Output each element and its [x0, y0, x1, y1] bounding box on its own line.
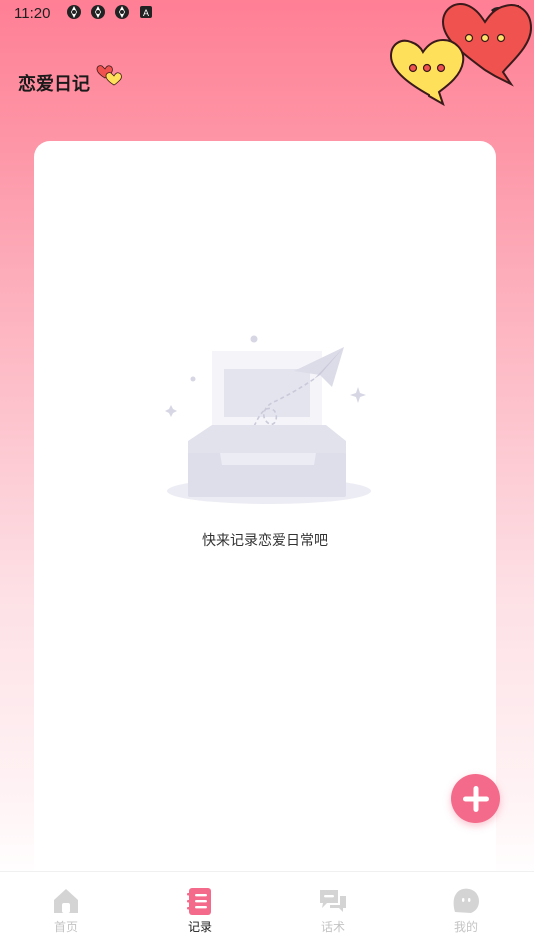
- notification-app-icon: [91, 5, 105, 19]
- status-time: 11:20: [14, 5, 51, 22]
- tab-profile[interactable]: 我的: [426, 886, 506, 935]
- status-notification-icons: A: [66, 4, 154, 20]
- hearts-decoration-icon: [389, 3, 533, 107]
- tab-label: 我的: [453, 920, 478, 934]
- svg-text:A: A: [143, 8, 149, 18]
- profile-icon: [453, 888, 479, 913]
- plus-icon: [462, 785, 489, 812]
- tab-label: 记录: [187, 920, 212, 934]
- chat-icon: [320, 890, 346, 912]
- record-icon: [187, 888, 211, 915]
- empty-state-message: 快来记录恋爱日常吧: [202, 533, 328, 549]
- empty-inbox-illustration: [165, 335, 371, 504]
- home-icon: [54, 889, 78, 913]
- tab-records[interactable]: 记录: [160, 886, 240, 935]
- tab-label: 话术: [320, 920, 345, 934]
- notification-app-icon: [115, 5, 129, 19]
- small-hearts-icon: [96, 65, 122, 86]
- tab-label: 首页: [53, 920, 78, 934]
- bottom-tab-bar: 首页 记录 话术 我的: [0, 871, 534, 951]
- notification-app-icon: [67, 5, 81, 19]
- page-title: 恋爱日记: [18, 74, 90, 95]
- tab-chat-scripts[interactable]: 话术: [293, 886, 373, 935]
- records-card: 快来记录恋爱日常吧: [34, 141, 496, 901]
- tab-home[interactable]: 首页: [26, 886, 106, 935]
- notification-a-icon: A: [140, 6, 152, 18]
- add-record-button[interactable]: [451, 774, 500, 823]
